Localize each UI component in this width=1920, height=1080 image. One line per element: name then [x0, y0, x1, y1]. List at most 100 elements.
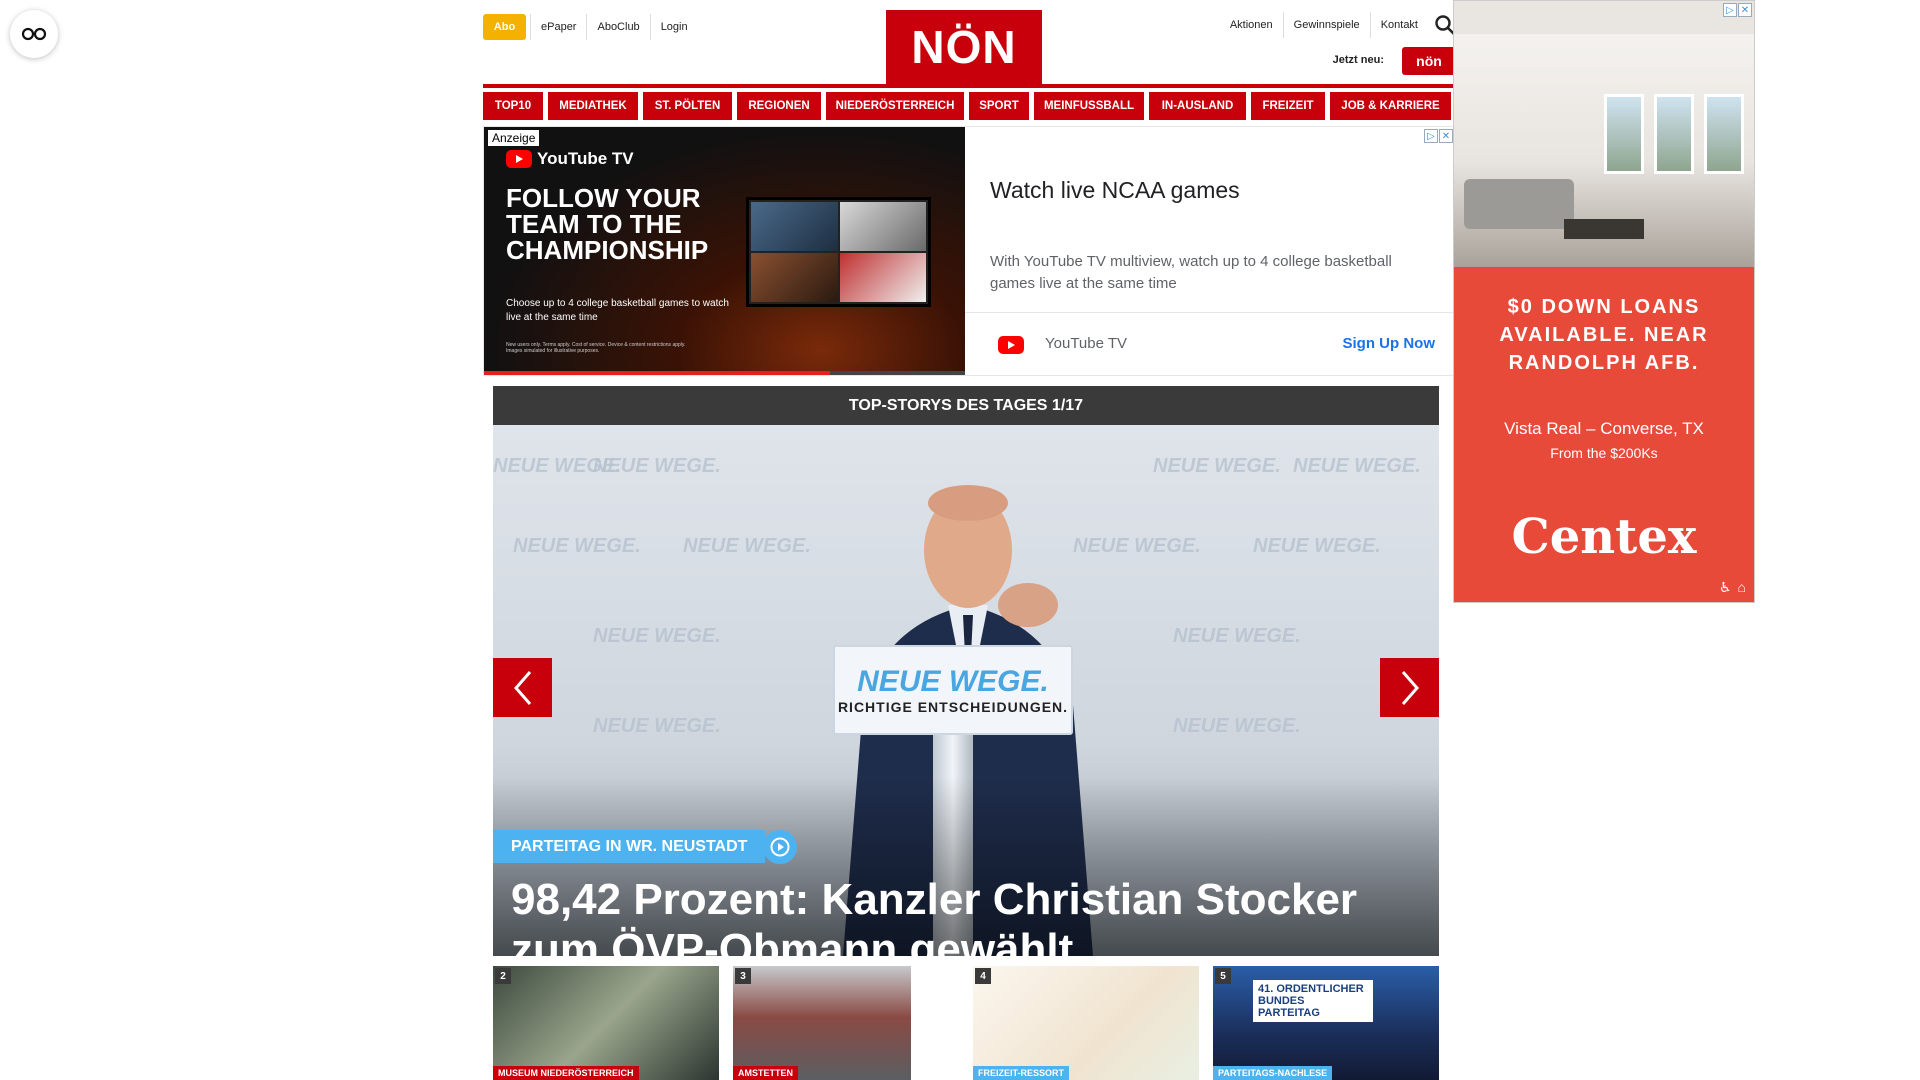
- youtube-tv-logo: YouTube TV: [506, 149, 634, 169]
- teaser-number: 3: [735, 968, 751, 984]
- centex-ad[interactable]: ▷ ✕ $0 DOWN LOANS AVAILABLE. NEAR RANDOL…: [1453, 0, 1755, 603]
- glasses-icon: [21, 27, 47, 41]
- teaser-number: 4: [975, 968, 991, 984]
- nav-item-regionen[interactable]: REGIONEN: [737, 92, 821, 120]
- backdrop-text: NEUE WEGE.: [1173, 715, 1301, 737]
- ad-divider: [965, 312, 1455, 313]
- aktionen-link[interactable]: Aktionen: [1220, 12, 1283, 38]
- top-stories-slider: TOP-STORYS DES TAGES 1/17 NEUE WEGE. NEU…: [493, 386, 1439, 956]
- sign-up-button[interactable]: Sign Up Now: [1343, 335, 1436, 352]
- story-teasers: 2 MUSEUM NIEDERÖSTERREICH 3 AMSTETTEN 4 …: [493, 966, 1439, 1080]
- ad-creative[interactable]: YouTube TV FOLLOW YOUR TEAM TO THE CHAMP…: [484, 127, 965, 375]
- youtube-icon: [998, 336, 1024, 354]
- teaser-card[interactable]: 2 MUSEUM NIEDERÖSTERREICH: [493, 966, 719, 1080]
- chevron-left-icon: [513, 670, 531, 705]
- nav-item-freizeit[interactable]: FREIZEIT: [1251, 92, 1325, 120]
- lectern-subtitle: RICHTIGE ENTSCHEIDUNGEN.: [837, 699, 1069, 715]
- ad-brand-name: YouTube TV: [1045, 335, 1128, 352]
- sofa-shape: [1464, 179, 1574, 229]
- ad-fineprint: New users only. Terms apply. Cost of ser…: [506, 342, 686, 354]
- side-ad-icons: ♿ ⌂: [1719, 579, 1746, 596]
- centex-logo: Centex: [1511, 509, 1697, 565]
- equal-housing-icon: ⌂: [1737, 579, 1746, 595]
- reader-mode-button[interactable]: [10, 10, 58, 58]
- lectern-title: NEUE WEGE.: [857, 665, 1049, 698]
- teaser-tag: PARTEITAGS-NACHLESE: [1213, 1066, 1333, 1080]
- backdrop-text: NEUE WEGE.: [593, 455, 721, 477]
- backdrop-text: NEUE WEGE.: [593, 715, 721, 737]
- nav-item-in-ausland[interactable]: IN-AUSLAND: [1149, 92, 1246, 120]
- header-divider: [483, 84, 1456, 88]
- accessibility-icon: ♿: [1718, 579, 1732, 595]
- ad-description: With YouTube TV multiview, watch up to 4…: [990, 253, 1392, 292]
- ad-choices: ▷ ✕: [1424, 129, 1453, 143]
- teaser-tag: FREIZEIT-RESSORT: [973, 1066, 1070, 1080]
- youtube-play-icon: [506, 150, 532, 168]
- site-header: Abo ePaper AboClub Login NÖN Aktionen Ge…: [483, 0, 1456, 84]
- youtube-tv-logo-text: YouTube TV: [537, 149, 634, 168]
- top-links-right: Aktionen Gewinnspiele Kontakt: [1220, 12, 1428, 38]
- jetzt-neu-badge[interactable]: nön: [1402, 47, 1456, 75]
- table-shape: [1564, 219, 1644, 239]
- ad-photo-top: [1454, 1, 1754, 34]
- close-icon[interactable]: ✕: [1738, 3, 1752, 17]
- teaser-card[interactable]: 4 FREIZEIT-RESSORT: [973, 966, 1199, 1080]
- ad-progress-fill: [484, 371, 831, 375]
- backdrop-text: NEUE WEGE.: [1253, 535, 1381, 557]
- nav-item-sport[interactable]: SPORT: [969, 92, 1029, 120]
- abo-button[interactable]: Abo: [483, 14, 526, 40]
- slider-next-button[interactable]: [1380, 658, 1439, 717]
- story-image[interactable]: NEUE WEGE. NEUE WEGE. NEUE WEGE. NEUE WE…: [493, 425, 1439, 956]
- backdrop-text: NEUE WEGE.: [1293, 455, 1421, 477]
- side-ad-price: From the $200Ks: [1550, 445, 1658, 461]
- backdrop-text: NEUE WEGE.: [1153, 455, 1281, 477]
- youtube-tv-ad[interactable]: YouTube TV FOLLOW YOUR TEAM TO THE CHAMP…: [483, 126, 1456, 376]
- backdrop-text: NEUE WEGE.: [1173, 625, 1301, 647]
- teaser-number: 2: [495, 968, 511, 984]
- video-play-icon[interactable]: [763, 830, 797, 864]
- teaser-image-banner: 41. ORDENTLICHER BUNDES PARTEITAG: [1253, 980, 1373, 1022]
- top-links-left: ePaper AboClub Login: [530, 14, 698, 40]
- side-ad-location: Vista Real – Converse, TX: [1504, 419, 1704, 438]
- adchoices-icon[interactable]: ▷: [1723, 3, 1737, 17]
- chevron-right-icon: [1401, 670, 1419, 705]
- teaser-card[interactable]: 3 AMSTETTEN: [733, 966, 911, 1080]
- nav-item-st-poelten[interactable]: ST. PÖLTEN: [643, 92, 732, 120]
- lectern-sign: NEUE WEGE. RICHTIGE ENTSCHEIDUNGEN.: [833, 645, 1073, 735]
- ad-choices: ▷ ✕: [1723, 3, 1752, 17]
- main-nav: TOP10 MEDIATHEK ST. PÖLTEN REGIONEN NIED…: [483, 92, 1456, 120]
- ad-creative-headline: FOLLOW YOUR TEAM TO THE CHAMPIONSHIP: [506, 183, 709, 265]
- slider-heading: TOP-STORYS DES TAGES 1/17: [493, 386, 1439, 425]
- story-headline[interactable]: 98,42 Prozent: Kanzler Christian Stocker…: [511, 875, 1421, 956]
- ad-text-panel[interactable]: Watch live NCAA games With YouTube TV mu…: [965, 127, 1455, 375]
- window-shape: [1604, 94, 1644, 174]
- adchoices-icon[interactable]: ▷: [1424, 129, 1438, 143]
- ad-creative-subline: Choose up to 4 college basketball games …: [506, 298, 729, 323]
- backdrop-text: NEUE WEGE.: [683, 535, 811, 557]
- gewinnspiele-link[interactable]: Gewinnspiele: [1282, 12, 1370, 38]
- nav-item-meinfussball[interactable]: MEINFUSSBALL: [1034, 92, 1144, 120]
- window-shape: [1704, 94, 1744, 174]
- site-logo[interactable]: NÖN: [886, 10, 1042, 84]
- backdrop-text: NEUE WEGE.: [513, 535, 641, 557]
- window-shape: [1654, 94, 1694, 174]
- ad-title[interactable]: Watch live NCAA games: [990, 177, 1240, 204]
- close-icon[interactable]: ✕: [1439, 129, 1453, 143]
- living-room-photo: [1454, 34, 1754, 267]
- teaser-tag: MUSEUM NIEDERÖSTERREICH: [493, 1066, 639, 1080]
- nav-item-top10[interactable]: TOP10: [483, 92, 543, 120]
- ad-label: Anzeige: [488, 130, 540, 146]
- teaser-number: 5: [1215, 968, 1231, 984]
- slider-prev-button[interactable]: [493, 658, 552, 717]
- nav-item-mediathek[interactable]: MEDIATHEK: [548, 92, 638, 120]
- backdrop-text: NEUE WEGE.: [593, 625, 721, 647]
- nav-item-niederoesterreich[interactable]: NIEDERÖSTERREICH: [826, 92, 964, 120]
- aboclub-link[interactable]: AboClub: [586, 14, 649, 40]
- kontakt-link[interactable]: Kontakt: [1369, 12, 1428, 38]
- nav-item-job-karriere[interactable]: JOB & KARRIERE: [1330, 92, 1451, 120]
- side-ad-headline: $0 DOWN LOANS AVAILABLE. NEAR RANDOLPH A…: [1499, 296, 1709, 374]
- login-link[interactable]: Login: [649, 14, 698, 40]
- teaser-card[interactable]: 5 41. ORDENTLICHER BUNDES PARTEITAG PART…: [1213, 966, 1439, 1080]
- epaper-link[interactable]: ePaper: [530, 14, 586, 40]
- story-kicker[interactable]: PARTEITAG IN WR. NEUSTADT: [493, 830, 766, 863]
